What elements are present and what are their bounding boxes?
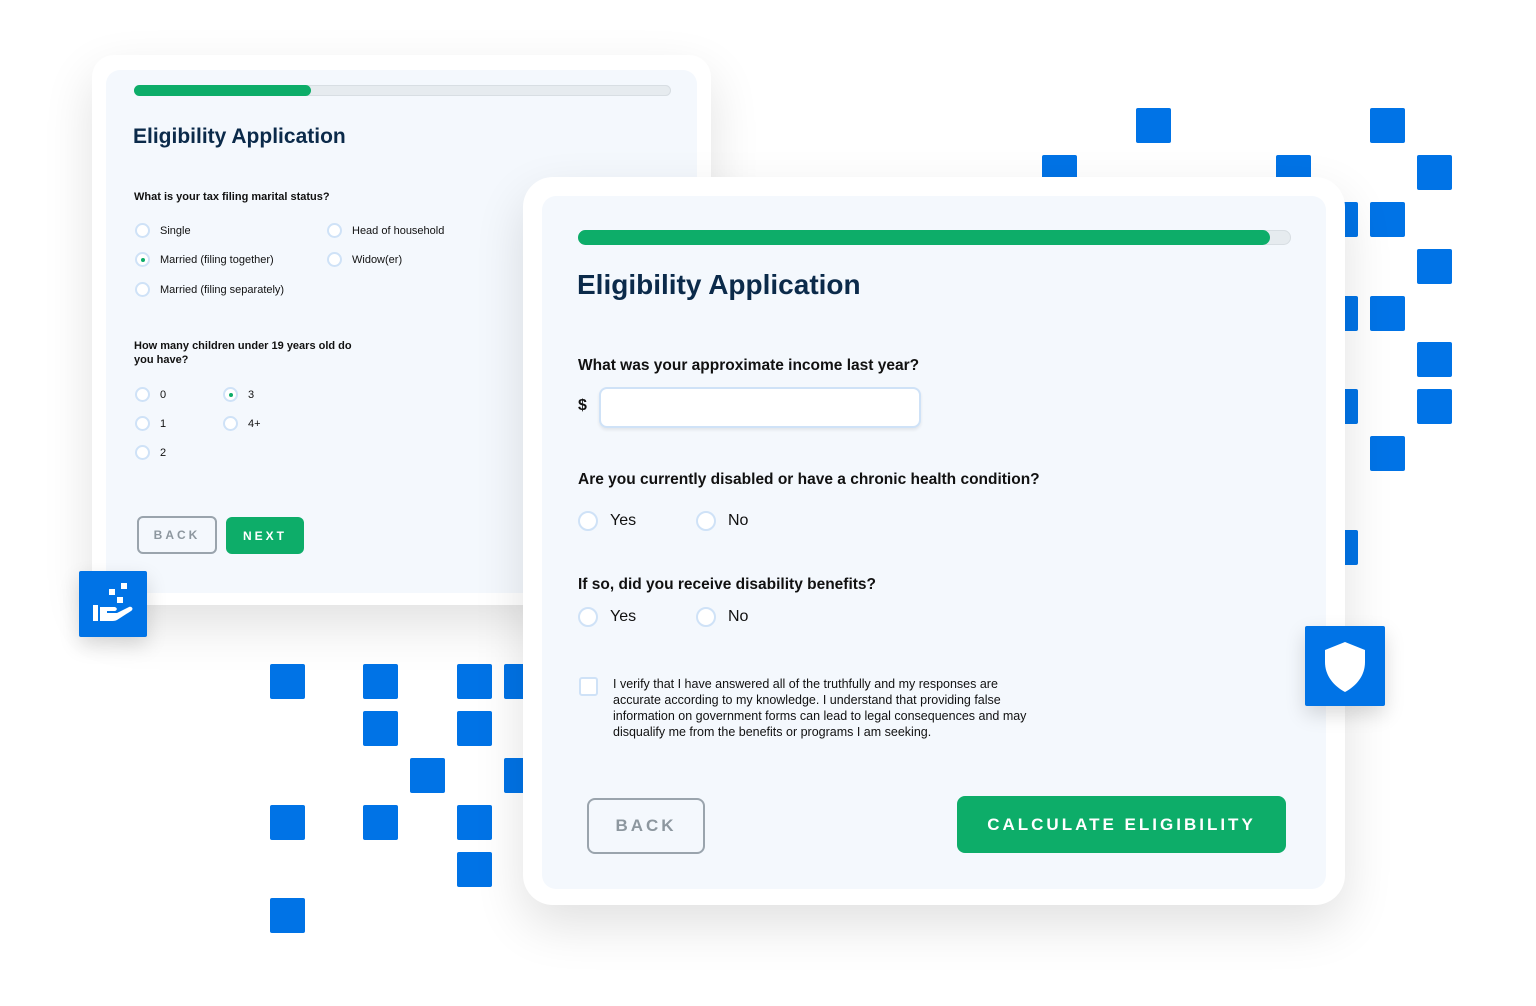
decorative-square: [363, 664, 398, 699]
radio-benefits-no[interactable]: No: [696, 607, 748, 627]
radio-circle[interactable]: [223, 416, 238, 431]
radio-circle-selected[interactable]: [223, 387, 238, 402]
option-label: Single: [160, 224, 191, 237]
next-button[interactable]: NEXT: [226, 517, 304, 554]
decorative-square: [1370, 108, 1405, 143]
radio-head-of-household[interactable]: Head of household: [327, 223, 444, 238]
question-children: How many children under 19 years old do …: [134, 340, 352, 366]
decorative-square: [1417, 155, 1452, 190]
front-form-panel: Eligibility Application What was your ap…: [542, 196, 1326, 889]
radio-3[interactable]: 3: [223, 387, 254, 402]
radio-disabled-no[interactable]: No: [696, 511, 748, 531]
radio-1[interactable]: 1: [135, 416, 166, 431]
radio-circle[interactable]: [135, 416, 150, 431]
decorative-square: [457, 664, 492, 699]
radio-circle[interactable]: [578, 607, 598, 627]
decorative-square: [1370, 296, 1405, 331]
hand-receiving-icon: [79, 571, 147, 637]
radio-circle-selected[interactable]: [135, 252, 150, 267]
progress-bar: [578, 230, 1291, 245]
question-disabled: Are you currently disabled or have a chr…: [578, 471, 1040, 488]
question-income: What was your approximate income last ye…: [578, 357, 920, 374]
option-label: 3: [248, 388, 255, 401]
back-button[interactable]: BACK: [587, 798, 705, 854]
verify-text: I verify that I have answered all of the…: [613, 677, 1027, 739]
option-label: Yes: [610, 512, 637, 529]
question-benefits: If so, did you receive disability benefi…: [578, 576, 877, 593]
option-label: Married (filing separately): [160, 283, 285, 296]
decorative-square: [270, 898, 305, 933]
verify-checkbox[interactable]: [579, 677, 598, 696]
radio-circle[interactable]: [135, 445, 150, 460]
decorative-square: [1370, 202, 1405, 237]
radio-2[interactable]: 2: [135, 445, 166, 460]
decorative-square: [457, 852, 492, 887]
radio-married-separately[interactable]: Married (filing separately): [135, 282, 284, 297]
decorative-square: [410, 758, 445, 793]
decorative-square: [1417, 249, 1452, 284]
decorative-square: [363, 805, 398, 840]
radio-circle[interactable]: [135, 387, 150, 402]
option-label: No: [728, 608, 749, 625]
progress-fill: [578, 230, 1270, 245]
question-marital-status: What is your tax filing marital status?: [134, 191, 330, 203]
radio-circle[interactable]: [135, 223, 150, 238]
progress-bar: [134, 85, 671, 96]
income-input[interactable]: [599, 387, 921, 428]
decorative-square: [1136, 108, 1171, 143]
form-title: Eligibility Application: [577, 269, 861, 300]
form-title: Eligibility Application: [133, 125, 346, 148]
radio-benefits-yes[interactable]: Yes: [578, 607, 636, 627]
option-label: No: [728, 512, 749, 529]
radio-circle[interactable]: [327, 252, 342, 267]
option-label: Married (filing together): [160, 253, 274, 266]
decorative-square: [270, 664, 305, 699]
option-label: 4+: [248, 417, 261, 430]
option-label: 1: [160, 417, 167, 430]
radio-0[interactable]: 0: [135, 387, 166, 402]
radio-circle[interactable]: [578, 511, 598, 531]
decorative-square: [457, 711, 492, 746]
radio-4plus[interactable]: 4+: [223, 416, 261, 431]
option-label: 0: [160, 388, 167, 401]
radio-disabled-yes[interactable]: Yes: [578, 511, 636, 531]
back-button[interactable]: BACK: [137, 516, 217, 554]
decorative-square: [457, 805, 492, 840]
currency-symbol: $: [578, 397, 587, 414]
decorative-square: [1370, 436, 1405, 471]
radio-circle[interactable]: [696, 607, 716, 627]
decorative-square: [1417, 389, 1452, 424]
decorative-square: [270, 805, 305, 840]
radio-circle[interactable]: [327, 223, 342, 238]
option-label: Head of household: [352, 224, 445, 237]
option-label: Widow(er): [352, 253, 403, 266]
decorative-square: [363, 711, 398, 746]
decorative-square: [1417, 342, 1452, 377]
option-label: 2: [160, 446, 167, 459]
radio-circle[interactable]: [135, 282, 150, 297]
radio-widow[interactable]: Widow(er): [327, 252, 402, 267]
radio-married-together[interactable]: Married (filing together): [135, 252, 274, 267]
radio-single[interactable]: Single: [135, 223, 191, 238]
progress-fill: [134, 85, 312, 96]
front-form-card: Eligibility Application What was your ap…: [523, 177, 1345, 905]
shield-icon: [1305, 626, 1385, 706]
calculate-eligibility-button[interactable]: CALCULATE ELIGIBILITY: [957, 796, 1286, 853]
radio-circle[interactable]: [696, 511, 716, 531]
option-label: Yes: [610, 608, 637, 625]
